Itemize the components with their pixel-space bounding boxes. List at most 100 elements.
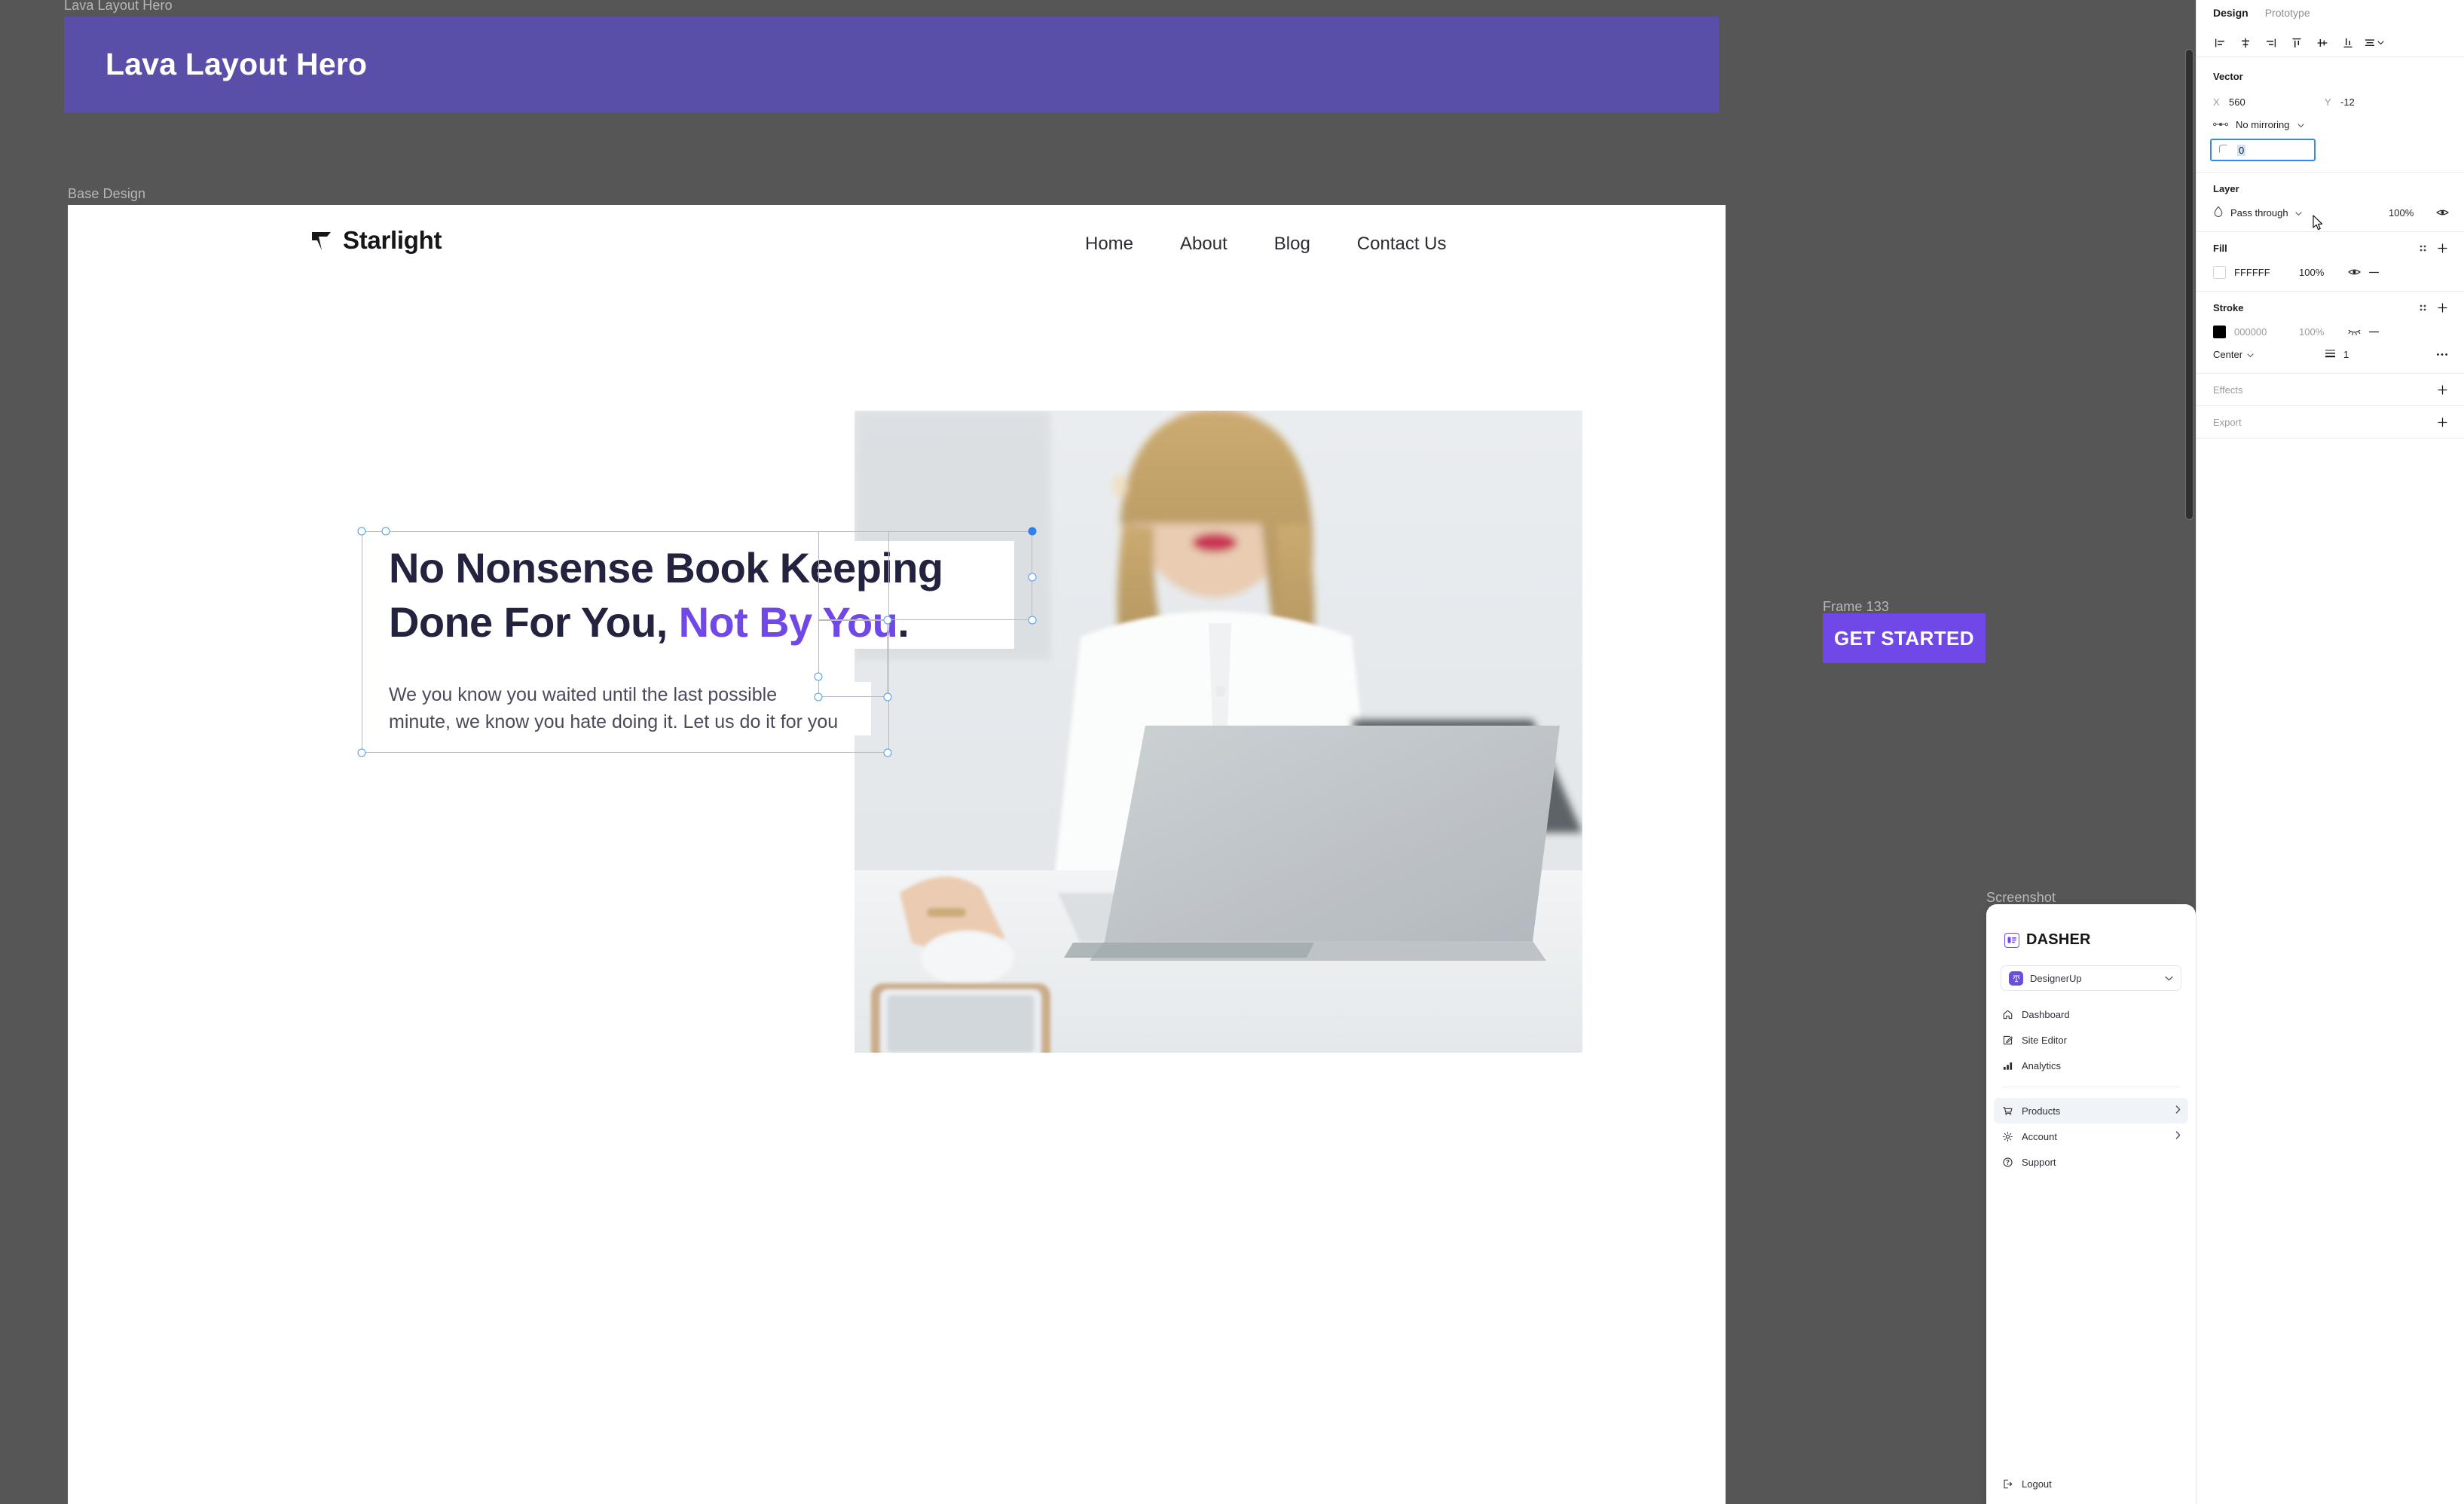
dasher-nav-item-site-editor[interactable]: Site Editor [1994, 1027, 2188, 1053]
mirroring-row[interactable]: No mirroring [2197, 113, 2464, 136]
visibility-eye-icon[interactable] [2432, 204, 2452, 221]
dasher-logout-wrap[interactable]: Logout [1986, 1471, 2196, 1496]
remove-fill-icon[interactable] [2364, 264, 2383, 280]
chevron-down-icon[interactable] [2165, 974, 2173, 983]
stroke-styles-icon[interactable] [2413, 299, 2432, 316]
fill-hex-value[interactable]: FFFFFF [2234, 267, 2299, 278]
selection-handle-sub-tl[interactable] [814, 672, 823, 681]
chevron-down-icon[interactable] [2247, 349, 2254, 360]
site-brand[interactable]: Starlight [309, 226, 442, 255]
fill-opacity-value[interactable]: 100% [2299, 267, 2344, 278]
corner-radius-value[interactable]: 0 [2237, 144, 2246, 156]
dasher-nav-secondary[interactable]: Products Account Support [1986, 1098, 2196, 1175]
add-export-icon[interactable] [2432, 414, 2452, 430]
stroke-hex-value[interactable]: 000000 [2234, 326, 2299, 338]
corner-radius-input[interactable]: 0 [2210, 139, 2316, 161]
align-horizontal-center-icon[interactable] [2233, 32, 2258, 54]
selection-handle-inner-l[interactable] [883, 616, 892, 625]
visibility-eye-off-icon[interactable] [2344, 323, 2364, 340]
design-canvas[interactable]: Lava Layout Hero Lava Layout Hero Base D… [0, 0, 2196, 1504]
add-fill-icon[interactable] [2432, 240, 2452, 256]
inspector-tabs[interactable]: Design Prototype [2197, 0, 2464, 29]
y-field[interactable]: Y -12 [2325, 96, 2436, 108]
distribute-icon[interactable] [2361, 32, 2386, 54]
visibility-eye-icon[interactable] [2344, 264, 2364, 280]
selection-handle-r-lower[interactable] [1028, 616, 1037, 625]
dasher-nav-item-products[interactable]: Products [1994, 1098, 2188, 1123]
chevron-down-icon[interactable] [2295, 207, 2302, 219]
nav-item-contact-us[interactable]: Contact Us [1357, 234, 1447, 255]
selection-handle-sub-l[interactable] [814, 692, 823, 702]
fill-item-row[interactable]: FFFFFF 100% [2197, 261, 2464, 283]
align-left-icon[interactable] [2207, 32, 2233, 54]
nav-item-blog[interactable]: Blog [1274, 234, 1310, 255]
dasher-nav-item-dashboard[interactable]: Dashboard [1994, 1001, 2188, 1027]
add-stroke-icon[interactable] [2432, 299, 2452, 316]
selection-handle-tl2[interactable] [381, 527, 390, 536]
frame-label-lava-layout-hero[interactable]: Lava Layout Hero [64, 0, 173, 14]
stroke-color-swatch[interactable] [2213, 325, 2226, 338]
get-started-button[interactable]: GET STARTED [1823, 613, 1986, 663]
chevron-down-icon[interactable] [2297, 119, 2304, 130]
blend-mode-control[interactable]: Pass through [2213, 206, 2389, 219]
layer-blend-row[interactable]: Pass through 100% [2197, 201, 2464, 224]
fill-section-header: Fill [2197, 240, 2464, 256]
selection-handle-bl[interactable] [357, 748, 366, 757]
canvas-vertical-scrollbar[interactable] [2185, 49, 2193, 520]
selection-handle-sub-br[interactable] [883, 748, 892, 757]
selection-handle-tr[interactable] [1028, 527, 1037, 536]
tab-prototype[interactable]: Prototype [2265, 7, 2310, 29]
dasher-nav-item-support[interactable]: Support [1994, 1149, 2188, 1175]
hero-heading[interactable]: No Nonsense Book Keeping Done For You, N… [389, 541, 1014, 650]
remove-stroke-icon[interactable] [2364, 323, 2383, 340]
nav-item-about[interactable]: About [1180, 234, 1227, 255]
frame-label-screenshot[interactable]: Screenshot [1986, 890, 2056, 906]
frame-label-frame-133[interactable]: Frame 133 [1823, 599, 1889, 615]
stroke-weight-value[interactable]: 1 [2343, 349, 2349, 360]
mirroring-value[interactable]: No mirroring [2236, 119, 2290, 130]
workspace-selector[interactable]: DesignerUp [2001, 965, 2181, 991]
x-field[interactable]: X 560 [2213, 96, 2325, 108]
dasher-nav-item-account[interactable]: Account [1994, 1123, 2188, 1149]
fill-styles-icon[interactable] [2413, 240, 2432, 256]
dasher-screenshot-frame[interactable]: DASHER DesignerUp Dashboard Site Editor … [1986, 904, 2196, 1504]
inspector-panel[interactable]: Design Prototype Vector X 560 Y -12 No m… [2196, 0, 2464, 1504]
stroke-advanced-options-icon[interactable] [2432, 346, 2452, 362]
nav-item-home[interactable]: Home [1085, 234, 1133, 255]
selection-handle-tl[interactable] [357, 527, 366, 536]
align-top-icon[interactable] [2284, 32, 2310, 54]
tab-design[interactable]: Design [2213, 7, 2248, 29]
align-vertical-center-icon[interactable] [2310, 32, 2335, 54]
blend-mode-value[interactable]: Pass through [2230, 207, 2288, 219]
x-value[interactable]: 560 [2229, 96, 2245, 108]
mirroring-control[interactable]: No mirroring [2213, 119, 2304, 130]
add-effect-icon[interactable] [2432, 381, 2452, 398]
frame-label-base-design[interactable]: Base Design [68, 186, 145, 202]
chevron-right-icon[interactable] [2175, 1105, 2181, 1116]
dasher-nav-label: Logout [2022, 1478, 2052, 1490]
y-value[interactable]: -12 [2340, 96, 2355, 108]
stroke-settings-row[interactable]: Center 1 [2197, 343, 2464, 365]
lava-layout-hero-frame[interactable]: Lava Layout Hero [64, 17, 1719, 113]
dasher-nav-item-analytics[interactable]: Analytics [1994, 1053, 2188, 1078]
dasher-nav-primary[interactable]: Dashboard Site Editor Analytics [1986, 1001, 2196, 1078]
chevron-right-icon[interactable] [2175, 1131, 2181, 1142]
hero-subtext[interactable]: We you know you waited until the last po… [389, 682, 871, 735]
stroke-item-row[interactable]: 000000 100% [2197, 320, 2464, 343]
selection-handle-inner-bl[interactable] [883, 692, 892, 702]
site-nav[interactable]: Home About Blog Contact Us [1085, 234, 1447, 255]
stroke-position-value[interactable]: Center [2213, 349, 2242, 360]
alignment-toolbar[interactable] [2197, 29, 2464, 57]
hero-photo[interactable] [854, 411, 1582, 1053]
stroke-position-control[interactable]: Center [2213, 349, 2325, 360]
align-bottom-icon[interactable] [2335, 32, 2361, 54]
align-right-icon[interactable] [2258, 32, 2284, 54]
stroke-weight-control[interactable]: 1 [2325, 349, 2432, 360]
fill-color-swatch[interactable] [2213, 265, 2226, 279]
layer-section-header: Layer [2197, 180, 2464, 197]
vector-position-row[interactable]: X 560 Y -12 [2197, 90, 2464, 113]
selection-handle-r-mid[interactable] [1028, 573, 1037, 582]
stroke-opacity-value[interactable]: 100% [2299, 326, 2344, 338]
layer-opacity-value[interactable]: 100% [2389, 207, 2432, 219]
dasher-nav-item-logout[interactable]: Logout [1994, 1471, 2188, 1496]
